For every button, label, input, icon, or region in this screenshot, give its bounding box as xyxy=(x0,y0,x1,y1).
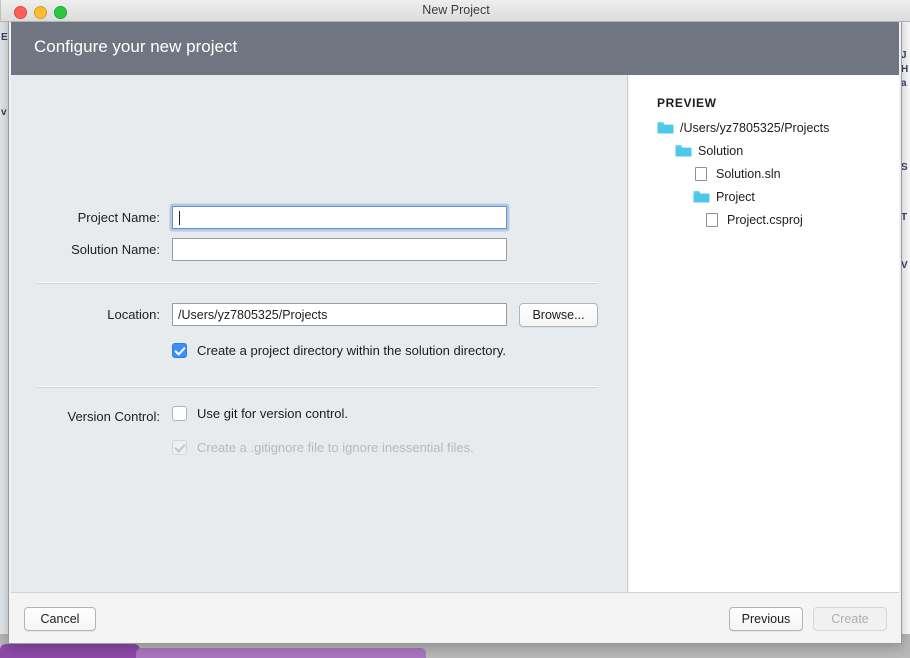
section-divider-bottom xyxy=(36,386,598,388)
solution-name-label: Solution Name: xyxy=(71,242,160,257)
cancel-button[interactable]: Cancel xyxy=(24,607,96,631)
window-title: New Project xyxy=(422,3,490,17)
preview-tree-label: /Users/yz7805325/Projects xyxy=(680,121,830,135)
folder-icon xyxy=(657,122,674,134)
project-name-label: Project Name: xyxy=(77,210,160,225)
folder-icon xyxy=(693,191,710,203)
preview-tree-label: Solution.sln xyxy=(716,167,781,181)
version-control-label: Version Control: xyxy=(67,409,161,424)
page-title: Configure your new project xyxy=(34,37,238,56)
dialog-footer: Cancel Previous Create xyxy=(11,592,899,642)
create-button[interactable]: Create xyxy=(813,607,887,631)
browse-button[interactable]: Browse... xyxy=(519,303,598,327)
preview-tree-label: Project.csproj xyxy=(727,213,803,227)
create-project-directory-row[interactable]: Create a project directory within the so… xyxy=(172,343,592,361)
background-glyph-right-3: S xyxy=(901,162,908,173)
project-name-input[interactable] xyxy=(172,206,507,229)
previous-button[interactable]: Previous xyxy=(729,607,803,631)
background-glyph-right-1: H xyxy=(901,64,909,75)
dialog-body: Project Name: Solution Name: Location: B… xyxy=(11,75,899,592)
file-icon xyxy=(706,213,718,227)
new-project-dialog: New Project Configure your new project P… xyxy=(1,0,910,644)
use-git-checkbox[interactable] xyxy=(172,406,187,421)
section-divider-top xyxy=(36,282,598,284)
dock-item-purple-secondary[interactable] xyxy=(136,648,426,658)
file-icon xyxy=(695,167,707,181)
location-row: Location: Browse... xyxy=(11,303,611,327)
use-git-label: Use git for version control. xyxy=(197,406,349,421)
text-cursor-icon xyxy=(179,211,180,225)
folder-icon xyxy=(675,145,692,157)
project-name-row: Project Name: xyxy=(11,206,611,230)
solution-name-row: Solution Name: xyxy=(11,238,611,262)
preview-pane: PREVIEW /Users/yz7805325/Projects Soluti… xyxy=(629,75,899,592)
background-glyph-left-0: E xyxy=(1,32,8,43)
location-label: Location: xyxy=(107,307,160,322)
create-project-directory-label: Create a project directory within the so… xyxy=(197,343,507,358)
background-glyph-left-1: v xyxy=(1,107,7,118)
preview-tree-label: Project xyxy=(716,190,755,204)
location-input[interactable] xyxy=(172,303,507,326)
configuration-form-pane: Project Name: Solution Name: Location: B… xyxy=(11,75,628,592)
preview-title: PREVIEW xyxy=(657,96,717,110)
create-gitignore-row: Create a .gitignore file to ignore iness… xyxy=(172,440,572,458)
window-titlebar[interactable]: New Project xyxy=(1,0,910,22)
dialog-header: Configure your new project xyxy=(11,22,899,75)
solution-name-input[interactable] xyxy=(172,238,507,261)
preview-tree-label: Solution xyxy=(698,144,744,158)
background-glyph-right-5: V xyxy=(901,260,908,271)
dock-item-purple[interactable] xyxy=(0,644,140,658)
create-gitignore-checkbox xyxy=(172,440,187,455)
create-project-directory-checkbox[interactable] xyxy=(172,343,187,358)
use-git-row[interactable]: Use git for version control. xyxy=(172,406,532,424)
create-gitignore-label: Create a .gitignore file to ignore iness… xyxy=(197,440,474,455)
